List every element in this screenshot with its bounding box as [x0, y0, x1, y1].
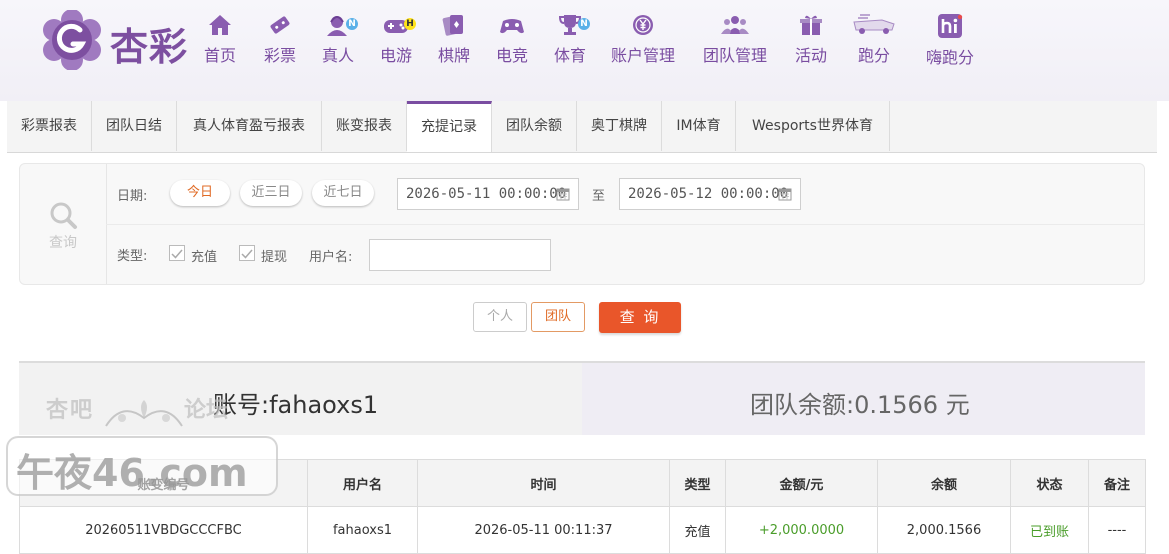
col-change-id: 账变编号 — [19, 459, 308, 507]
nav-hi-running-score[interactable]: 嗨跑分 — [920, 14, 980, 70]
new-badge: N — [346, 18, 358, 30]
col-time: 时间 — [417, 459, 670, 507]
search-panel-label: 查询 — [20, 164, 107, 284]
withdrawal-checkbox[interactable] — [239, 245, 255, 261]
esports-controller-icon — [500, 19, 524, 34]
deposit-checkbox[interactable] — [169, 245, 185, 261]
top-header: 杏彩 首页 彩票 N 真人 H 电游 棋牌 电竞 N 体育 账户管理 团队管理 … — [0, 0, 1169, 101]
cell-remark: ---- — [1088, 506, 1146, 554]
nav-team-management[interactable]: 团队管理 — [698, 14, 772, 70]
personal-button[interactable]: 个人 — [473, 302, 527, 332]
tab-odin-chess[interactable]: 奥丁棋牌 — [577, 101, 662, 151]
lottery-ticket-icon — [270, 16, 290, 34]
nav-lottery[interactable]: 彩票 — [256, 14, 304, 70]
range-7-days[interactable]: 近七日 — [312, 180, 374, 206]
tab-wesports[interactable]: Wesports世界体育 — [736, 101, 890, 151]
cell-amount: +2,000.0000 — [725, 506, 878, 554]
date-label: 日期: — [117, 189, 148, 204]
filter-panel: 查询 日期: 今日 近三日 近七日 2026-05-11 00:00:00 至 … — [19, 163, 1145, 285]
cell-username: fahaoxs1 — [307, 506, 418, 554]
col-remark: 备注 — [1088, 459, 1146, 507]
range-today[interactable]: 今日 — [170, 180, 230, 206]
summary-bar: 账号:fahaoxs1 团队余额:0.1566 元 — [19, 361, 1145, 435]
account-summary: 账号:fahaoxs1 — [213, 391, 379, 419]
tab-account-change[interactable]: 账变报表 — [322, 101, 407, 151]
nav-account-management[interactable]: 账户管理 — [606, 14, 680, 70]
cell-type: 充值 — [669, 506, 726, 554]
start-date-input[interactable]: 2026-05-11 00:00:00 — [397, 178, 579, 210]
brand-name: 杏彩 — [110, 25, 189, 69]
table-row: 20260511VBDGCCCFBC fahaoxs1 2026-05-11 0… — [19, 506, 1146, 554]
tab-live-sports-pnl[interactable]: 真人体育盈亏报表 — [177, 101, 322, 151]
checkmark-icon — [171, 249, 183, 259]
end-date-input[interactable]: 2026-05-12 00:00:00 — [619, 178, 801, 210]
report-tabs: 彩票报表 团队日结 真人体育盈亏报表 账变报表 充提记录 团队余额 奥丁棋牌 I… — [7, 101, 1157, 153]
records-table: 账变编号 用户名 时间 类型 金额/元 余额 状态 备注 20260511VBD… — [19, 459, 1146, 554]
withdrawal-label: 提现 — [261, 250, 288, 265]
deposit-label: 充值 — [191, 250, 218, 265]
checkmark-icon — [241, 249, 253, 259]
col-username: 用户名 — [307, 459, 418, 507]
tab-deposit-withdrawal[interactable]: 充提记录 — [407, 101, 492, 152]
team-balance-panel: 团队余额:0.1566 元 — [582, 363, 1145, 435]
tab-im-sports[interactable]: IM体育 — [662, 101, 736, 151]
team-balance-summary: 团队余额:0.1566 元 — [750, 391, 970, 419]
calendar-icon — [778, 188, 792, 201]
cell-time: 2026-05-11 00:11:37 — [417, 506, 670, 554]
search-icon — [50, 202, 77, 229]
nav-activity[interactable]: 活动 — [790, 14, 832, 70]
calendar-icon — [556, 188, 570, 201]
username-label: 用户名: — [309, 250, 353, 265]
to-label: 至 — [592, 189, 606, 204]
nav-live[interactable]: N 真人 — [314, 14, 362, 70]
nav-esports[interactable]: 电竞 — [488, 14, 536, 70]
tab-team-daily[interactable]: 团队日结 — [92, 101, 177, 151]
brand-logo[interactable]: 杏彩 — [42, 10, 192, 70]
tab-team-balance[interactable]: 团队余额 — [492, 101, 577, 151]
nav-running-score[interactable]: 跑分 — [850, 14, 898, 70]
running-score-icon — [853, 14, 895, 34]
nav-egames[interactable]: H 电游 — [372, 14, 420, 70]
cell-balance: 2,000.1566 — [877, 506, 1011, 554]
hi-app-icon — [938, 14, 963, 38]
nav-chess-cards[interactable]: 棋牌 — [430, 14, 478, 70]
brand-flower-icon — [43, 10, 101, 70]
account-yen-icon — [633, 15, 653, 35]
home-icon — [209, 15, 231, 35]
tab-lottery-report[interactable]: 彩票报表 — [7, 101, 92, 151]
type-label: 类型: — [117, 249, 148, 264]
new-badge: N — [578, 18, 590, 30]
gift-icon — [800, 15, 822, 35]
team-icon — [721, 16, 749, 34]
username-input[interactable] — [369, 239, 551, 271]
col-amount: 金额/元 — [725, 459, 878, 507]
col-status: 状态 — [1010, 459, 1089, 507]
nav-sports[interactable]: N 体育 — [546, 14, 594, 70]
hot-badge: H — [404, 18, 416, 30]
team-button[interactable]: 团队 — [531, 302, 585, 332]
query-button[interactable]: 查 询 — [599, 302, 681, 333]
cell-status: 已到账 — [1010, 506, 1089, 554]
table-header-row: 账变编号 用户名 时间 类型 金额/元 余额 状态 备注 — [19, 459, 1146, 507]
nav-home[interactable]: 首页 — [196, 14, 244, 70]
cards-icon — [442, 15, 463, 36]
range-3-days[interactable]: 近三日 — [240, 180, 302, 206]
col-type: 类型 — [669, 459, 726, 507]
cell-change-id: 20260511VBDGCCCFBC — [19, 506, 308, 554]
col-balance: 余额 — [877, 459, 1011, 507]
filter-divider — [106, 224, 1144, 225]
